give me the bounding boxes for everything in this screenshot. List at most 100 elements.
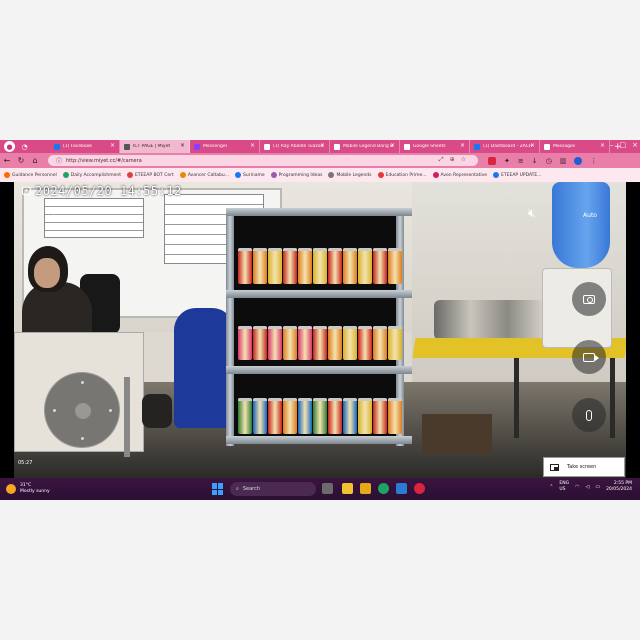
language-indicator[interactable]: ENG US	[559, 481, 569, 493]
search-icon: ⌕	[236, 486, 239, 492]
extension-icons: ✦ ≡ ↓ ◷ ▥ ⋮	[488, 156, 597, 165]
minimize-icon[interactable]: –	[610, 141, 614, 149]
reload-icon[interactable]: ↻	[14, 156, 28, 165]
auto-quality-button[interactable]: Auto	[574, 204, 606, 226]
tab-close-icon[interactable]: ×	[390, 143, 395, 149]
canned-good	[388, 248, 402, 284]
address-bar[interactable]: ⓘ http://view.miyet.cc/#/camera ⤢⊕☆	[48, 155, 478, 166]
bookmark-item[interactable]: Programming Ideas	[270, 172, 322, 178]
person-face	[34, 258, 60, 288]
camera-video-feed[interactable]: ◉ 2024/05/20 14:55:12 ← 🔇︎ Auto 05:27	[14, 182, 626, 478]
battery-icon[interactable]: ▭	[595, 484, 600, 490]
bookmark-item[interactable]: Avon Representative	[432, 172, 487, 178]
ptz-joystick[interactable]	[44, 372, 120, 448]
auto-label: Auto	[583, 211, 597, 219]
back-icon[interactable]: ←	[0, 156, 14, 165]
vscode-icon[interactable]	[396, 483, 407, 494]
bookmark-item[interactable]: ETEEAP BOT Cert	[126, 172, 174, 178]
close-window-icon[interactable]: ×	[632, 141, 638, 149]
electric-kettle	[142, 394, 172, 428]
joystick-up-dot	[81, 381, 84, 384]
browser-tab[interactable]: (1) Facebook ×	[50, 140, 120, 153]
tab-close-icon[interactable]: ×	[600, 143, 605, 149]
tab-title: ICT PAGE | Miyet	[133, 144, 171, 149]
tab-title: Mobile Legend Bang Bang	[343, 144, 393, 149]
canned-good	[238, 248, 252, 284]
bookmark-item[interactable]: ETEEAP UPDATE...	[493, 172, 542, 178]
tab-close-icon[interactable]: ×	[530, 143, 535, 149]
menu-icon[interactable]: ⋮	[590, 157, 597, 165]
browser-tab[interactable]: Mobile Legend Bang Bang×	[330, 140, 400, 153]
snapshot-button[interactable]	[572, 282, 606, 316]
browser-tab[interactable]: Google Sheets ×	[400, 140, 470, 153]
bookmark-item[interactable]: Guidance Personnel	[4, 172, 57, 178]
system-tray: ⌃ ENG US ◠ ◁ ▭ 2:55 PM 20/05/2024	[549, 481, 632, 493]
tab-close-icon[interactable]: ×	[320, 143, 325, 149]
browser-tab[interactable]: Messenger ×	[190, 140, 260, 153]
canned-good	[358, 398, 372, 434]
take-screen-button[interactable]: Take screen	[543, 457, 625, 477]
bookmark-item[interactable]: Mobile Legends	[328, 172, 372, 178]
browser-tab[interactable]: ICT PAGE | Miyet ×	[120, 140, 190, 153]
shelf-board	[226, 366, 412, 374]
tab-close-icon[interactable]: ×	[460, 143, 465, 149]
account-avatar[interactable]	[574, 156, 583, 165]
tab-title: Messages	[553, 144, 576, 149]
start-button[interactable]	[212, 483, 224, 495]
canned-good	[373, 248, 387, 284]
sidepanel-icon[interactable]: ▥	[560, 157, 567, 165]
extension-icon[interactable]	[488, 156, 496, 165]
browser-app-icon[interactable]	[414, 483, 425, 494]
puzzle-icon[interactable]: ✦	[504, 157, 510, 165]
file-explorer-icon[interactable]	[342, 483, 353, 494]
bookmark-item[interactable]: Suriname	[235, 172, 265, 178]
canned-good	[268, 398, 282, 434]
bookmarks-icon[interactable]: ≡	[518, 157, 524, 165]
sun-icon	[6, 484, 16, 494]
shelf-board	[226, 208, 412, 216]
wifi-icon[interactable]: ◠	[575, 484, 579, 490]
chevron-up-icon[interactable]: ⌃	[549, 484, 553, 490]
bookmark-item[interactable]: Avancer Caltabu...	[179, 172, 229, 178]
site-info-icon[interactable]: ⓘ	[56, 156, 62, 165]
download-icon[interactable]: ↓	[532, 157, 538, 165]
taskbar-search[interactable]: ⌕ Search	[230, 482, 316, 496]
bookmark-label: Guidance Personnel	[12, 172, 57, 178]
bookmarks-bar: Guidance Personnel Daily Accomplishment ET…	[0, 168, 640, 182]
tab-close-icon[interactable]: ×	[180, 143, 185, 149]
canned-good	[298, 326, 312, 360]
profile-icon[interactable]: ●	[4, 141, 15, 152]
joystick-knob[interactable]	[75, 403, 91, 419]
bookmark-item[interactable]: Education Prime...	[377, 172, 427, 178]
bookmark-item[interactable]: Daily Accomplishment	[62, 172, 121, 178]
home-icon[interactable]: ⌂	[28, 156, 42, 165]
omnibox-action-icons[interactable]: ⤢⊕☆	[439, 156, 472, 164]
browser-tab[interactable]: (1) Ray Abalde Tuazon ×	[260, 140, 330, 153]
clock[interactable]: 2:55 PM 20/05/2024	[606, 481, 632, 493]
speaker-muted-icon[interactable]: 🔇︎	[528, 206, 536, 221]
tab-close-icon[interactable]: ×	[110, 143, 115, 149]
record-button[interactable]	[572, 340, 606, 374]
tab-favicon	[124, 143, 130, 150]
browser-tab[interactable]: Messages ×	[540, 140, 610, 153]
canned-good	[328, 326, 342, 360]
screenshot-frame: ● ◔ (1) Facebook × ICT PAGE | Miyet × Messen…	[0, 140, 640, 500]
task-view-icon[interactable]	[322, 483, 333, 494]
bookmark-label: Education Prime...	[385, 172, 427, 178]
history-icon[interactable]: ◷	[546, 157, 552, 165]
search-placeholder: Search	[242, 486, 260, 492]
tab-close-icon[interactable]: ×	[250, 143, 255, 149]
chrome-icon[interactable]	[378, 483, 389, 494]
browser-tab[interactable]: (1) Dashboard - ZACH ×	[470, 140, 540, 153]
folder-icon[interactable]	[360, 483, 371, 494]
microphone-button[interactable]	[572, 398, 606, 432]
tab-search-icon[interactable]: ◔	[19, 141, 30, 152]
tab-title: (1) Ray Abalde Tuazon	[273, 144, 323, 149]
weather-widget[interactable]: 31°C Mostly sunny	[6, 483, 50, 495]
chevron-left-icon[interactable]: ←	[50, 204, 62, 220]
bookmark-favicon	[377, 172, 384, 178]
maximize-icon[interactable]: □	[620, 141, 627, 149]
table-items	[434, 300, 544, 340]
volume-icon[interactable]: ◁	[585, 484, 589, 490]
elapsed-time: 05:27	[18, 460, 33, 466]
